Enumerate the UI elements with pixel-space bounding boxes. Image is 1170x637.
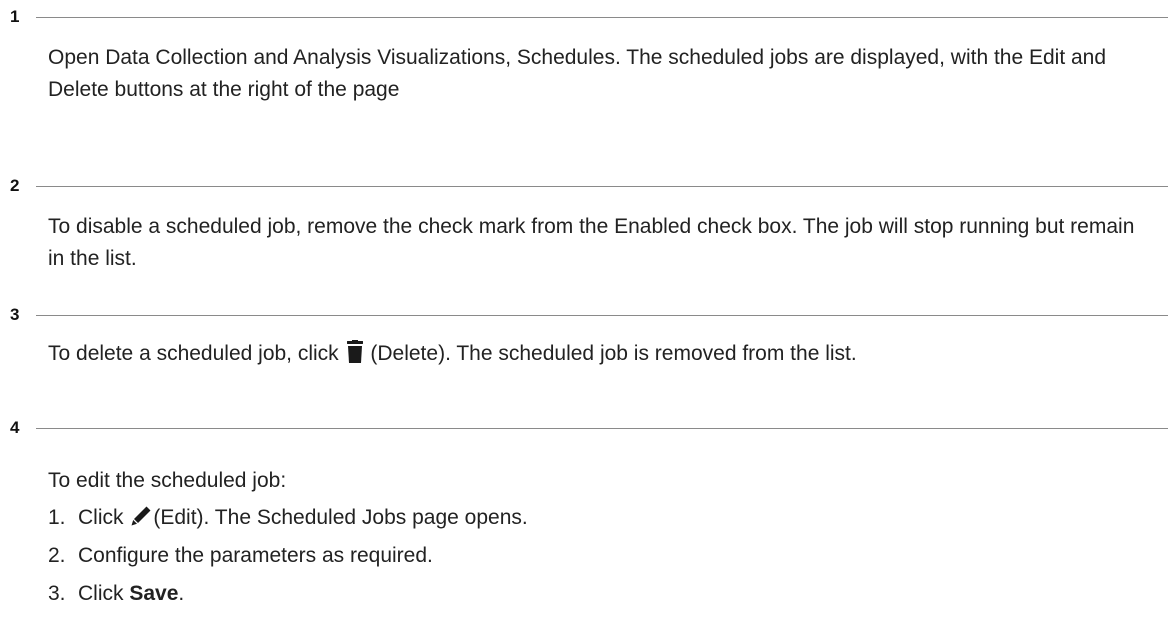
list-item: 1. Click (Edit). The Scheduled Jobs page… [48, 499, 1150, 537]
divider [36, 17, 1168, 18]
substep-text-before: Click [78, 582, 124, 605]
step-2-body: To disable a scheduled job, remove the c… [48, 211, 1150, 275]
step-number: 4 [10, 418, 20, 437]
step-4-header: 4 [0, 413, 1170, 443]
divider [36, 428, 1168, 429]
substep-number: 2. [48, 544, 66, 567]
step-intro: To edit the scheduled job: [48, 469, 287, 492]
step-text-after: (Delete). The scheduled job is removed f… [370, 342, 857, 365]
substep-text-after: . [178, 582, 185, 605]
substep-text: Configure the parameters as required. [78, 544, 433, 567]
step-2-header: 2 [0, 171, 1170, 201]
substep-number: 3. [48, 582, 66, 605]
step-4-body: To edit the scheduled job: 1. Click (Edi… [48, 463, 1150, 613]
step-3-header: 3 [0, 300, 1170, 330]
substep-number: 1. [48, 506, 66, 529]
list-item: 3. Click Save. [48, 575, 1150, 613]
list-item: 2. Configure the parameters as required. [48, 537, 1150, 575]
step-1-header: 1 [0, 2, 1170, 32]
substep-list: 1. Click (Edit). The Scheduled Jobs page… [48, 499, 1150, 613]
pencil-icon [129, 503, 153, 541]
step-text: To delete a scheduled job, click (Delete… [48, 338, 1150, 374]
substep-text-before: Click [78, 506, 124, 529]
step-number: 1 [10, 7, 20, 26]
divider [36, 315, 1168, 316]
step-1: 1 Open Data Collection and Analysis Visu… [0, 2, 1170, 101]
step-2: 2 To disable a scheduled job, remove the… [0, 171, 1170, 270]
divider [36, 186, 1168, 187]
step-3-body: To delete a scheduled job, click (Delete… [48, 338, 1150, 374]
step-text: Open Data Collection and Analysis Visual… [48, 46, 1107, 101]
step-4: 4 To edit the scheduled job: 1. Click (E… [0, 413, 1170, 605]
step-number: 3 [10, 305, 20, 324]
step-text-before: To delete a scheduled job, click [48, 342, 339, 365]
step-3: 3 To delete a scheduled job, click (Dele… [0, 300, 1170, 365]
step-number: 2 [10, 176, 20, 195]
step-text: To disable a scheduled job, remove the c… [48, 215, 1135, 270]
trash-icon [345, 340, 365, 374]
step-1-body: Open Data Collection and Analysis Visual… [48, 42, 1150, 106]
substep-text-after: (Edit). The Scheduled Jobs page opens. [153, 506, 528, 529]
save-label: Save [129, 582, 179, 605]
